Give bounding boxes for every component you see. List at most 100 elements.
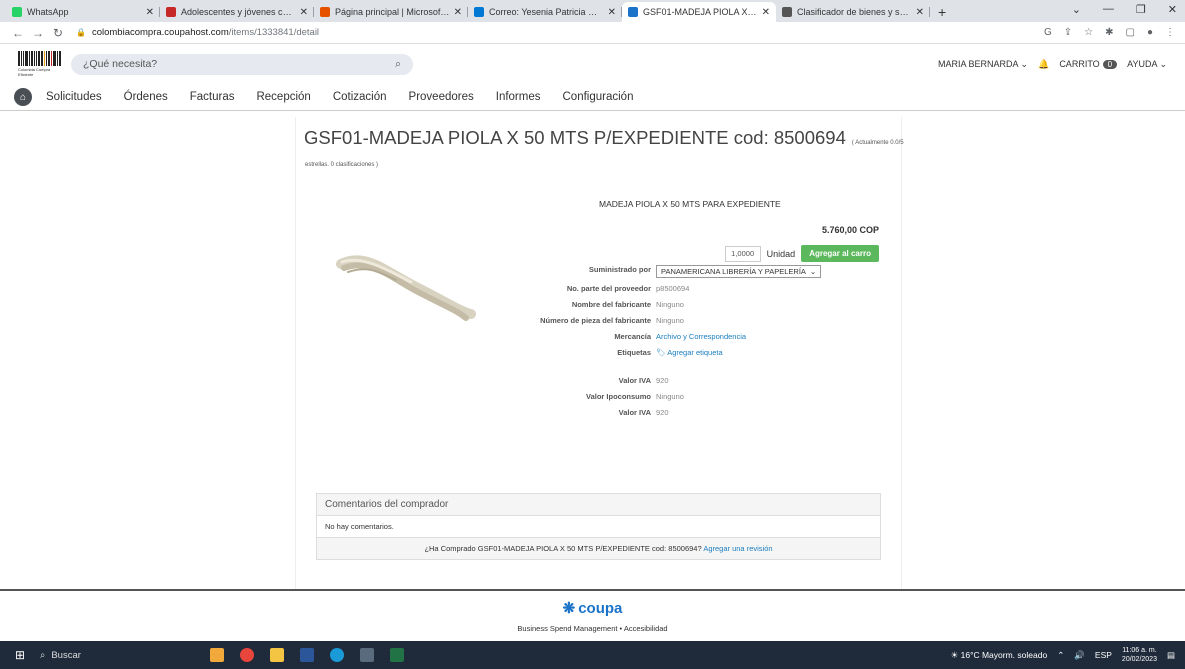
tab-favicon-icon [628, 7, 638, 17]
add-to-cart-button[interactable]: Agregar al carro [801, 245, 879, 262]
browser-tab[interactable]: GSF01-MADEJA PIOLA X 50 MTS ✕ [622, 2, 776, 22]
google-icon[interactable]: G [1044, 27, 1052, 38]
profile-avatar[interactable]: ● [1147, 27, 1153, 38]
product-detail-panel: GSF01-MADEJA PIOLA X 50 MTS P/EXPEDIENTE… [295, 117, 904, 589]
detail-label: No. parte del proveedor [566, 284, 651, 293]
cart-count-badge: 0 [1102, 60, 1118, 69]
notifications-bell-icon[interactable]: 🔔 [1038, 59, 1049, 70]
taskbar-search[interactable]: ⌕ Buscar [40, 650, 170, 661]
supplier-label: Suministrado por [588, 265, 651, 274]
buyer-comments: Comentarios del comprador No hay comenta… [316, 493, 881, 560]
tab-close-icon[interactable]: ✕ [300, 7, 308, 18]
volume-icon[interactable]: 🔊 [1074, 650, 1085, 661]
extensions-icon[interactable]: ✱ [1105, 27, 1113, 38]
browser-tab[interactable]: Correo: Yesenia Patricia Molina G ✕ [468, 2, 622, 22]
clock[interactable]: 11:06 a. m. 20/02/2023 [1122, 646, 1157, 664]
coupa-logo[interactable]: ❋ coupa [0, 599, 1185, 618]
browser-tab-strip: WhatsApp✕Adolescentes y jóvenes cada vez… [0, 0, 1185, 22]
file-explorer-icon[interactable] [270, 648, 284, 662]
share-icon[interactable]: ⇪ [1064, 27, 1072, 38]
nav-item-6[interactable]: Informes [496, 91, 541, 103]
clock-time: 11:06 a. m. [1122, 647, 1157, 654]
detail-label: Mercancía [614, 332, 651, 341]
browser-tab[interactable]: Adolescentes y jóvenes cada vez ✕ [160, 2, 314, 22]
quantity-input[interactable]: 1,0000 [724, 245, 761, 262]
cart-button[interactable]: CARRITO 0 [1059, 59, 1118, 69]
weather-widget[interactable]: ☀ 16°C Mayorm. soleado [951, 650, 1048, 661]
tab-close-icon[interactable]: ✕ [916, 7, 924, 18]
detail-link[interactable]: Archivo y Correspondencia [656, 332, 746, 342]
tab-favicon-icon [320, 7, 330, 17]
tab-title: Correo: Yesenia Patricia Molina G [489, 7, 604, 17]
supplier-row: Suministrado por PANAMERICANA LIBRERÍA Y… [536, 265, 896, 278]
system-tray: ☀ 16°C Mayorm. soleado ⌃ 🔊 ESP 11:06 a. … [951, 646, 1185, 664]
minimize-button[interactable]: — [1103, 3, 1114, 16]
cart-label: CARRITO [1059, 59, 1100, 69]
user-menu[interactable]: MARIA BERNARDA ⌄ [938, 59, 1028, 70]
language-indicator[interactable]: ESP [1095, 650, 1112, 660]
colombia-compra-logo[interactable]: Colombia Compra Eficiente [18, 51, 61, 77]
widgets-icon[interactable] [210, 648, 224, 662]
tab-close-icon[interactable]: ✕ [454, 7, 462, 18]
home-icon[interactable]: ⌂ [14, 88, 32, 106]
excel-icon[interactable] [390, 648, 404, 662]
help-menu[interactable]: AYUDA ⌄ [1127, 59, 1167, 70]
tab-favicon-icon [166, 7, 176, 17]
search-input[interactable]: ¿Qué necesita? ⌕ [71, 53, 413, 75]
word-icon[interactable] [300, 648, 314, 662]
help-label: AYUDA [1127, 58, 1157, 69]
nav-item-2[interactable]: Facturas [190, 91, 235, 103]
tab-favicon-icon [474, 7, 484, 17]
calculator-icon[interactable] [360, 648, 374, 662]
tab-close-icon[interactable]: ✕ [608, 7, 616, 18]
nav-item-7[interactable]: Configuración [563, 91, 634, 103]
tax-row: Valor IVA 920 [536, 408, 896, 418]
tab-close-icon[interactable]: ✕ [762, 7, 770, 18]
edge-icon[interactable] [330, 648, 344, 662]
product-description: MADEJA PIOLA X 50 MTS PARA EXPEDIENTE [599, 199, 781, 209]
detail-value: Ninguno [656, 316, 684, 325]
close-window-button[interactable]: ✕ [1168, 3, 1177, 16]
tab-close-icon[interactable]: ✕ [146, 7, 154, 18]
nav-item-1[interactable]: Órdenes [124, 91, 168, 103]
detail-link[interactable]: 🏷 Agregar etiqueta [656, 348, 723, 358]
taskbar-apps [210, 648, 404, 662]
product-image [336, 255, 476, 321]
taskbar-search-label: Buscar [51, 649, 81, 661]
sidepanel-icon[interactable]: ▢ [1126, 27, 1135, 38]
browser-tab[interactable]: Página principal | Microsoft 365 ✕ [314, 2, 468, 22]
page-title: GSF01-MADEJA PIOLA X 50 MTS P/EXPEDIENTE… [304, 127, 846, 148]
nav-item-4[interactable]: Cotización [333, 91, 387, 103]
detail-label: Etiquetas [617, 348, 651, 357]
bookmark-star-icon[interactable]: ☆ [1084, 27, 1093, 38]
windows-start-icon[interactable]: ⊞ [0, 648, 40, 662]
rating-text: ( Actualmente 0.0/5 [851, 140, 904, 146]
browser-tab[interactable]: Clasificador de bienes y servicios ✕ [776, 2, 930, 22]
chrome-icon[interactable] [240, 648, 254, 662]
notifications-icon[interactable]: ▤ [1167, 650, 1175, 661]
browser-menu-icon[interactable]: ⋮ [1165, 27, 1175, 38]
tab-title: Adolescentes y jóvenes cada vez [181, 7, 296, 17]
add-review-link[interactable]: Agregar una revisión [703, 544, 772, 553]
nav-item-5[interactable]: Proveedores [409, 91, 474, 103]
back-icon[interactable]: ← [10, 26, 26, 40]
tab-search-icon[interactable]: ⌄ [1072, 3, 1081, 16]
new-tab-button[interactable]: + [930, 2, 954, 22]
windows-taskbar: ⊞ ⌕ Buscar ☀ 16°C Mayorm. soleado ⌃ 🔊 ES… [0, 641, 1185, 669]
nav-item-0[interactable]: Solicitudes [46, 91, 102, 103]
tag-icon: 🏷 [656, 348, 668, 357]
browser-tab[interactable]: WhatsApp ✕ [6, 2, 160, 22]
restore-button[interactable]: ❐ [1136, 3, 1146, 16]
reload-icon[interactable]: ↻ [50, 26, 66, 40]
header-actions: MARIA BERNARDA ⌄ 🔔 CARRITO 0 AYUDA ⌄ [938, 59, 1167, 70]
supplier-select[interactable]: PANAMERICANA LIBRERÍA Y PAPELERÍA ⌄ [656, 265, 822, 278]
forward-icon[interactable]: → [30, 26, 46, 40]
search-icon[interactable]: ⌕ [395, 58, 401, 71]
detail-label: Valor Ipoconsumo [585, 392, 651, 401]
add-tag-link[interactable]: Agregar etiqueta [667, 348, 722, 357]
nav-item-3[interactable]: Recepción [256, 91, 310, 103]
url-field[interactable]: 🔒 colombiacompra.coupahost.com /items/13… [70, 25, 1044, 41]
tray-chevron-icon[interactable]: ⌃ [1057, 650, 1064, 661]
main-navigation: ⌂ Solicitudes Órdenes Facturas Recepción Cot… [0, 84, 1185, 111]
detail-row: No. parte del proveedor p8500694 [536, 284, 896, 294]
